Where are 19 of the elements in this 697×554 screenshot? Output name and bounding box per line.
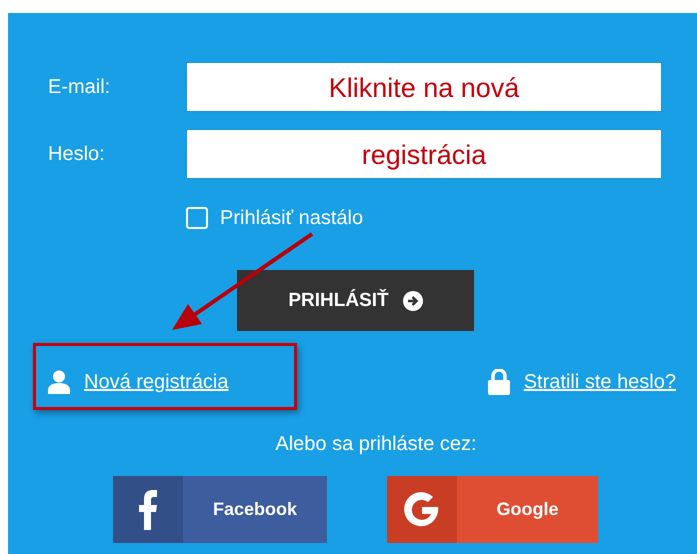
lock-icon: [488, 369, 510, 395]
field-label: Heslo:: [48, 142, 106, 166]
social-prompt: Alebo sa prihláste cez:: [274, 433, 478, 456]
checkbox-label: Prihlásiť nastálo: [220, 206, 364, 230]
arrow-circle-icon: [402, 290, 423, 310]
login-button[interactable]: PRIHLÁSIŤ: [237, 270, 474, 331]
checkbox[interactable]: [186, 207, 208, 229]
input-field[interactable]: [186, 129, 662, 179]
google-button[interactable]: Google: [387, 476, 598, 543]
link[interactable]: Nová registrácia: [84, 370, 229, 394]
person-icon: [48, 370, 70, 394]
input-field[interactable]: [186, 62, 662, 112]
g-letter-icon: [387, 476, 457, 543]
f-letter-icon: [113, 476, 183, 543]
facebook-button[interactable]: Facebook: [113, 476, 327, 543]
link[interactable]: Stratili ste heslo?: [524, 370, 676, 394]
annotation-text: registrácia: [362, 140, 486, 171]
annotation-text: Kliknite na nová: [328, 73, 520, 104]
field-label: E-mail:: [48, 76, 112, 98]
